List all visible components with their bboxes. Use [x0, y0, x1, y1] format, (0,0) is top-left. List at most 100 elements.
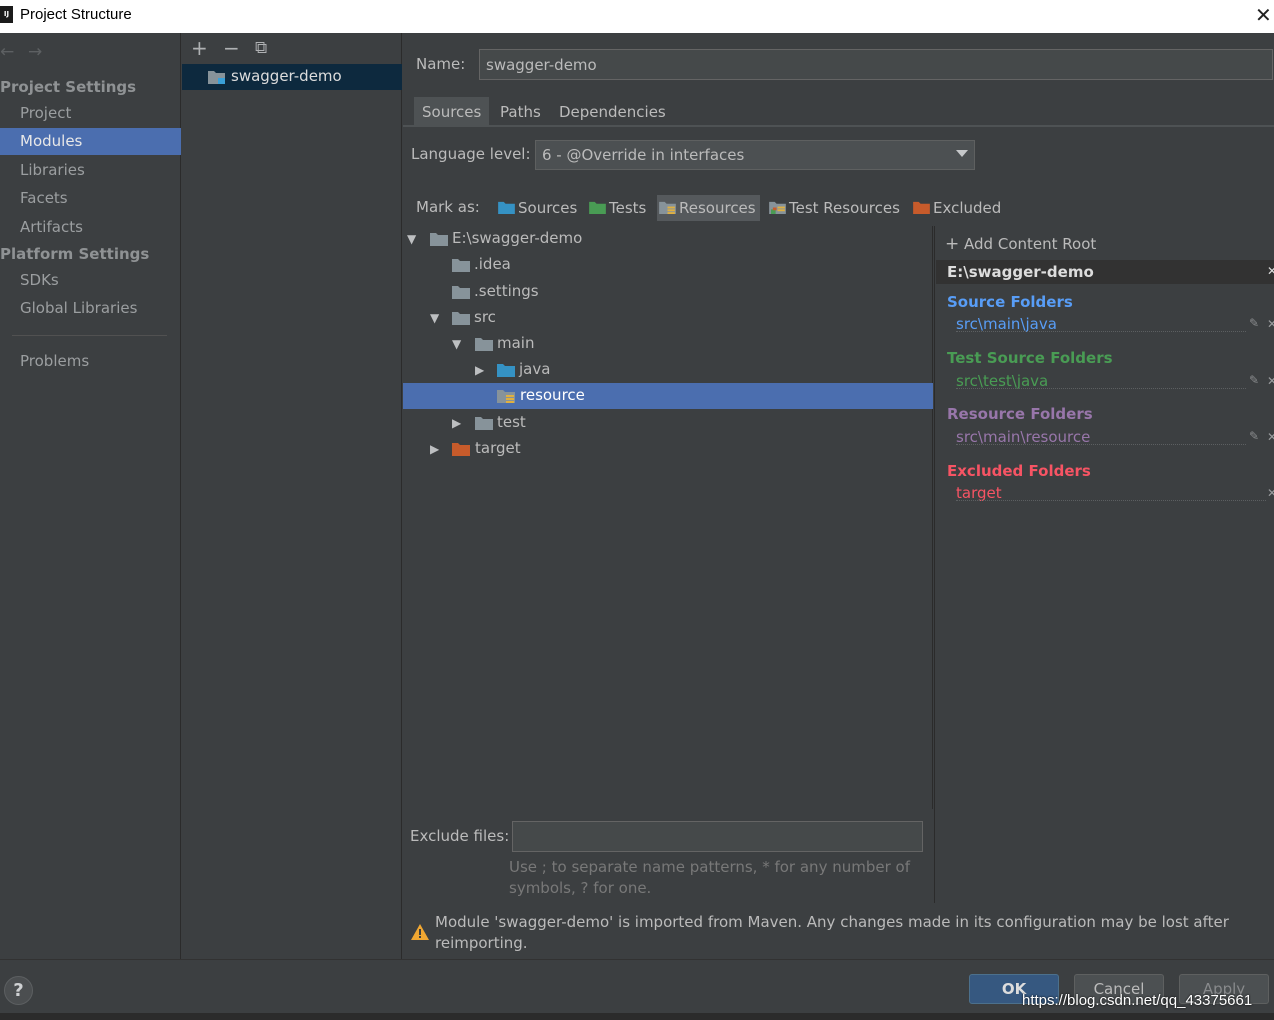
tests-folder-icon: [589, 201, 606, 214]
module-name-input[interactable]: [479, 49, 1273, 80]
project-settings-heading: Project Settings: [0, 78, 137, 96]
add-content-root-button[interactable]: + Add Content Root: [945, 234, 1096, 254]
dotted-leader: [956, 500, 1266, 501]
tree-node-label: java: [519, 360, 551, 378]
expanded-arrow-icon[interactable]: ▼: [430, 311, 439, 325]
remove-root-icon[interactable]: ✕: [1267, 264, 1274, 278]
edit-pencil-icon[interactable]: ✎: [1249, 373, 1259, 387]
mark-as-excluded-button[interactable]: Excluded: [911, 195, 1001, 221]
tab-sources[interactable]: Sources: [414, 97, 490, 127]
excluded-folder-icon: [913, 201, 930, 214]
test-source-folders-title: Test Source Folders: [947, 349, 1113, 367]
tree-node-test[interactable]: ▶ test: [403, 410, 933, 436]
resource-folders-title: Resource Folders: [947, 405, 1093, 423]
tree-node-idea[interactable]: .idea: [403, 252, 933, 278]
exclude-files-hint: Use ; to separate name patterns, * for a…: [509, 858, 910, 897]
expanded-arrow-icon[interactable]: ▼: [407, 232, 416, 246]
remove-folder-icon[interactable]: ✕: [1267, 374, 1274, 388]
plus-icon: +: [945, 234, 960, 254]
sidebar-item-modules[interactable]: Modules: [0, 128, 181, 155]
tree-node-label: src: [474, 308, 496, 326]
tree-node-label: test: [497, 413, 526, 431]
watermark-text: https://blog.csdn.net/qq_43375661: [1022, 992, 1253, 1009]
mark-as-test-resources-button[interactable]: Test Resources: [767, 195, 900, 221]
remove-module-icon[interactable]: −: [223, 38, 240, 58]
sidebar-item-artifacts[interactable]: Artifacts: [0, 214, 181, 241]
mark-as-sources-button[interactable]: Sources: [496, 195, 577, 221]
content-root-header: E:\swagger-demo: [936, 260, 1274, 284]
exclude-files-input[interactable]: [512, 821, 923, 852]
exclude-files-label: Exclude files:: [410, 827, 510, 845]
tree-node-label: resource: [520, 386, 585, 404]
forward-arrow-icon[interactable]: →: [28, 42, 42, 62]
sidebar-item-sdks[interactable]: SDKs: [0, 267, 181, 294]
expanded-arrow-icon[interactable]: ▼: [452, 337, 461, 351]
tab-paths[interactable]: Paths: [492, 97, 549, 127]
mark-as-excluded-label: Excluded: [933, 199, 1002, 217]
sidebar-item-project[interactable]: Project: [0, 100, 181, 127]
platform-settings-heading: Platform Settings: [0, 245, 150, 263]
language-level-label: Language level:: [411, 145, 531, 163]
folder-icon: [430, 233, 448, 246]
dotted-leader: [956, 331, 1246, 332]
window-title-bar: [0, 0, 1274, 33]
sidebar-item-global-libraries[interactable]: Global Libraries: [0, 295, 181, 322]
sidebar-item-facets[interactable]: Facets: [0, 185, 181, 212]
sidebar-item-libraries[interactable]: Libraries: [0, 157, 181, 184]
remove-folder-icon[interactable]: ✕: [1267, 486, 1274, 500]
folder-icon: [452, 259, 470, 272]
tree-node-label: E:\swagger-demo: [452, 229, 583, 247]
sidebar-item-problems[interactable]: Problems: [0, 348, 181, 375]
mark-as-tests-button[interactable]: Tests: [587, 195, 646, 221]
module-name: swagger-demo: [231, 67, 342, 85]
module-list-panel: [182, 33, 402, 959]
language-level-dropdown[interactable]: 6 - @Override in interfaces: [535, 140, 975, 170]
back-arrow-icon[interactable]: ←: [0, 42, 14, 62]
warning-icon: [411, 924, 429, 940]
add-content-root-label: Add Content Root: [964, 235, 1097, 253]
tab-dependencies[interactable]: Dependencies: [551, 97, 674, 127]
status-strip: [0, 1012, 1274, 1020]
chevron-down-icon[interactable]: [956, 150, 968, 157]
remove-folder-icon[interactable]: ✕: [1267, 317, 1274, 331]
bottom-separator: [0, 959, 1274, 960]
close-window-button[interactable]: ✕: [1255, 4, 1274, 26]
collapsed-arrow-icon[interactable]: ▶: [475, 363, 484, 377]
tree-node-main[interactable]: ▼ main: [403, 331, 933, 357]
sources-folder-icon: [498, 201, 515, 214]
help-button[interactable]: ?: [4, 976, 33, 1005]
tree-node-target[interactable]: ▶ target: [403, 436, 933, 462]
edit-pencil-icon[interactable]: ✎: [1249, 429, 1259, 443]
copy-module-icon[interactable]: ⧉: [255, 38, 267, 58]
window-title: Project Structure: [20, 6, 132, 23]
tree-node-src[interactable]: ▼ src: [403, 305, 933, 331]
folder-icon: [452, 312, 470, 325]
tree-node-root[interactable]: ▼ E:\swagger-demo: [403, 226, 933, 252]
folder-icon: [452, 286, 470, 299]
tree-node-java[interactable]: ▶ java: [403, 357, 933, 383]
source-folders-title: Source Folders: [947, 293, 1073, 311]
mark-as-sources-label: Sources: [518, 199, 578, 217]
resources-folder-icon: [659, 201, 676, 214]
edit-pencil-icon[interactable]: ✎: [1249, 316, 1259, 330]
mark-as-tests-label: Tests: [609, 199, 647, 217]
resources-folder-icon: [497, 390, 515, 403]
dotted-leader: [956, 444, 1246, 445]
tree-node-settings[interactable]: .settings: [403, 279, 933, 305]
dotted-leader: [956, 388, 1246, 389]
excluded-folder-icon: [452, 443, 470, 456]
mark-as-resources-button[interactable]: Resources: [657, 195, 760, 221]
mark-as-test-resources-label: Test Resources: [789, 199, 900, 217]
collapsed-arrow-icon[interactable]: ▶: [452, 416, 461, 430]
mark-as-label: Mark as:: [416, 198, 480, 216]
folder-icon: [475, 417, 493, 430]
add-module-icon[interactable]: +: [191, 38, 208, 58]
remove-folder-icon[interactable]: ✕: [1267, 430, 1274, 444]
excluded-folders-title: Excluded Folders: [947, 462, 1091, 480]
name-label: Name:: [416, 55, 466, 73]
tree-node-resource[interactable]: resource: [403, 383, 933, 409]
source-folder-icon: [497, 364, 515, 377]
tree-node-label: target: [475, 439, 521, 457]
collapsed-arrow-icon[interactable]: ▶: [430, 442, 439, 456]
tree-node-label: main: [497, 334, 535, 352]
